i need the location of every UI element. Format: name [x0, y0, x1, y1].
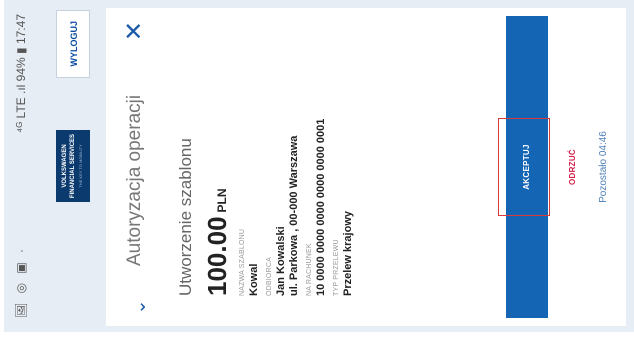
reject-button[interactable]: ODRZUĆ — [568, 8, 577, 326]
account-number: 10 0000 0000 0000 0000 0000 0001 — [315, 118, 327, 296]
logout-button[interactable]: WYLOGUJ — [56, 10, 90, 78]
chevron-down-icon[interactable]: ⌄ — [128, 296, 150, 318]
status-indicators: ⁴ᴳ LTE .ıl 94% ▮ 17:47 — [14, 14, 28, 133]
modal-actions: AKCEPTUJ ODRZUĆ Pozostało 04:46 — [498, 8, 626, 326]
template-name-value: Kowal — [248, 263, 260, 296]
logo-text-line1: VOLKSWAGEN — [62, 144, 68, 188]
rotated-app-view: 🖼 ◎ ▣ · ⁴ᴳ LTE .ıl 94% ▮ 17:47 VOLKSWAGE… — [4, 0, 634, 332]
recipient-label: ODBIORCA — [266, 257, 273, 296]
recipient-address: ul. Parkowa , 00-000 Warszawa — [288, 135, 300, 296]
app-header: VOLKSWAGEN FINANCIAL SERVICES THE KEY TO… — [40, 0, 106, 332]
amount-currency: PLN — [215, 188, 229, 213]
modal-header: ⌄ Autoryzacja operacji ✕ — [106, 8, 170, 326]
authorization-modal: ⌄ Autoryzacja operacji ✕ Utworzenie szab… — [106, 8, 626, 326]
amount-row: 100.00 PLN — [202, 36, 233, 296]
operation-title: Utworzenie szablonu — [176, 138, 195, 296]
logo-text-line2: FINANCIAL SERVICES — [70, 133, 76, 199]
notification-icons: 🖼 ◎ ▣ · — [14, 245, 28, 318]
transfer-type-value: Przelew krajowy — [342, 211, 354, 296]
account-label: NA RACHUNEK — [306, 243, 313, 296]
screenshot-frame: 🖼 ◎ ▣ · ⁴ᴳ LTE .ıl 94% ▮ 17:47 VOLKSWAGE… — [0, 0, 634, 343]
phone-screen: 🖼 ◎ ▣ · ⁴ᴳ LTE .ıl 94% ▮ 17:47 VOLKSWAGE… — [4, 0, 634, 332]
vw-financial-services-logo: VOLKSWAGEN FINANCIAL SERVICES THE KEY TO… — [56, 130, 90, 202]
template-name-label: NAZWA SZABLONU — [239, 228, 246, 296]
status-bar: 🖼 ◎ ▣ · ⁴ᴳ LTE .ıl 94% ▮ 17:47 — [4, 0, 40, 332]
logo-tagline: THE KEY TO MOBILITY — [78, 144, 83, 188]
transfer-type-label: TYP PRZELEWU — [333, 239, 340, 296]
recipient-name: Jan Kowalski — [275, 226, 287, 296]
modal-title: Autoryzacja operacji — [124, 94, 145, 266]
amount-value: 100.00 — [202, 216, 232, 296]
operation-details: Utworzenie szablonu 100.00 PLN NAZWA SZAB… — [176, 36, 354, 296]
time-remaining: Pozostało 04:46 — [598, 131, 609, 203]
close-icon[interactable]: ✕ — [121, 18, 148, 44]
highlight-box — [498, 118, 550, 216]
